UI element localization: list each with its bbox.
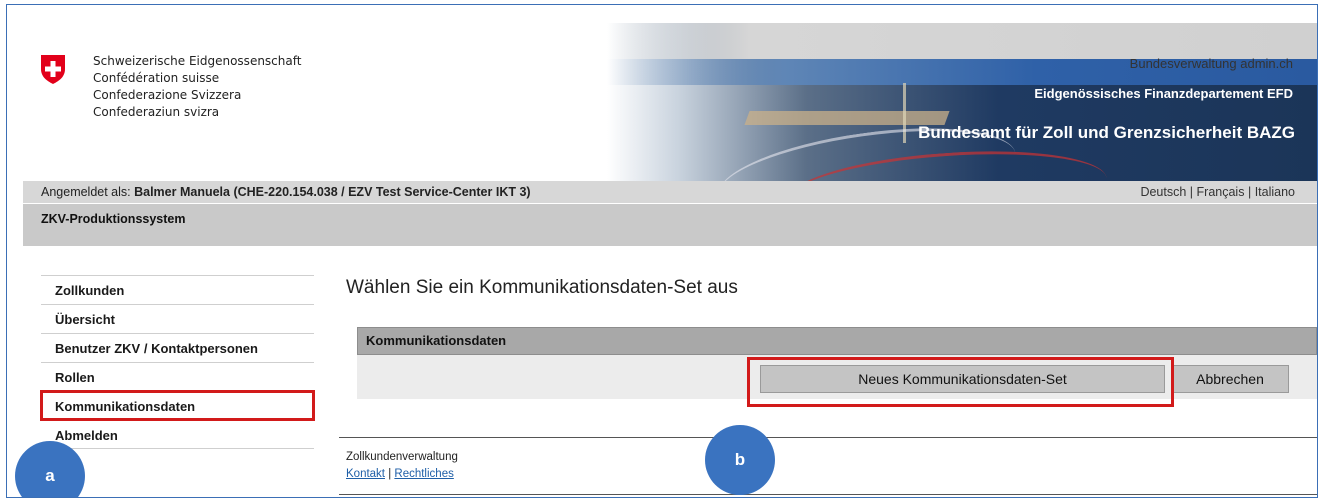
header-banner-image: Bundesverwaltung admin.ch Eidgenössische… (607, 23, 1317, 181)
sidebar-item-uebersicht[interactable]: Übersicht (41, 304, 314, 333)
sidebar-item-kommunikationsdaten[interactable]: Kommunikationsdaten (40, 390, 315, 421)
sidebar-item-benutzer[interactable]: Benutzer ZKV / Kontaktpersonen (41, 333, 314, 362)
admin-link[interactable]: Bundesverwaltung admin.ch (1130, 56, 1293, 71)
logged-in-user: Balmer Manuela (CHE-220.154.038 / EZV Te… (134, 185, 531, 199)
lang-separator: | (1189, 185, 1197, 199)
lang-fr[interactable]: Français (1197, 185, 1245, 199)
system-name: ZKV-Produktionssystem (41, 212, 186, 226)
logged-in-label: Angemeldet als: (41, 185, 135, 199)
footer-link-kontakt[interactable]: Kontakt (346, 468, 385, 480)
gov-name-de: Schweizerische Eidgenossenschaft (93, 54, 302, 68)
lang-separator: | (1247, 185, 1255, 199)
highlight-box-new-button (747, 357, 1174, 407)
sidebar-item-zollkunden[interactable]: Zollkunden (41, 275, 314, 304)
page-frame: Schweizerische Eidgenossenschaft Confédé… (6, 4, 1318, 498)
annotation-marker-b: b (705, 425, 775, 495)
footer-links: Kontakt | Rechtliches (346, 468, 454, 480)
banner-top-strip (607, 23, 1317, 59)
language-switcher: Deutsch | Français | Italiano (1140, 181, 1295, 203)
user-bar: Angemeldet als: Balmer Manuela (CHE-220.… (23, 181, 1317, 203)
footer-divider-bottom (339, 494, 1317, 495)
lang-it[interactable]: Italiano (1255, 185, 1295, 199)
sidebar-item-abmelden[interactable]: Abmelden (41, 420, 314, 449)
footer-org-name: Zollkundenverwaltung (346, 451, 458, 463)
gov-name-fr: Confédération suisse (93, 71, 220, 85)
sidebar-item-rollen[interactable]: Rollen (41, 362, 314, 391)
panel-header: Kommunikationsdaten (357, 327, 1317, 355)
system-bar: ZKV-Produktionssystem (23, 203, 1317, 246)
sidebar-nav: Zollkunden Übersicht Benutzer ZKV / Kont… (40, 275, 315, 449)
footer-link-rechtliches[interactable]: Rechtliches (394, 468, 453, 480)
government-names: Schweizerische Eidgenossenschaft Confédé… (93, 53, 301, 121)
footer-divider-top (339, 437, 1317, 438)
page-title: Wählen Sie ein Kommunikationsdaten-Set a… (346, 277, 738, 298)
swiss-cross-logo (41, 55, 65, 84)
lang-de[interactable]: Deutsch (1140, 185, 1186, 199)
cancel-button[interactable]: Abbrechen (1171, 365, 1289, 393)
gov-name-it: Confederazione Svizzera (93, 88, 242, 102)
gov-name-rm: Confederaziun svizra (93, 105, 220, 119)
office-name: Bundesamt für Zoll und Grenzsicherheit B… (918, 123, 1295, 142)
logged-in-info: Angemeldet als: Balmer Manuela (CHE-220.… (41, 181, 531, 203)
department-name: Eidgenössisches Finanzdepartement EFD (1034, 86, 1293, 101)
